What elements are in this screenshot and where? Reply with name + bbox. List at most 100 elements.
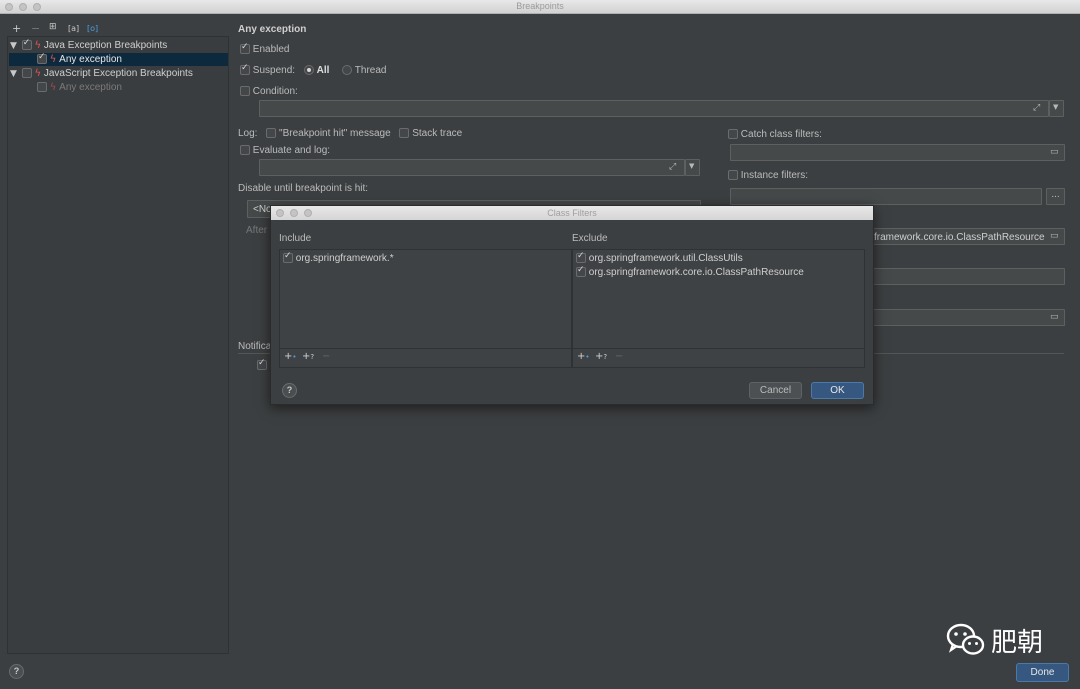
evaluate-row[interactable]: Evaluate and log: [240,145,330,156]
remove-breakpoint-button[interactable]: − [31,22,40,35]
evaluate-dropdown-button[interactable]: ▼ [685,159,700,176]
suspend-all-radio[interactable] [303,65,314,76]
ok-button[interactable]: OK [811,382,864,399]
add-class-icon[interactable]: +? [595,351,607,362]
exception-breakpoint-icon: ϟ [34,68,42,79]
tree-group-java[interactable]: ▼ ϟ Java Exception Breakpoints [10,38,168,51]
include-item-label: org.springframework.* [295,253,394,264]
exclude-item-label: org.springframework.util.ClassUtils [588,253,743,264]
list-item[interactable]: org.springframework.* [283,251,394,264]
java-any-exception-checkbox[interactable] [37,52,47,65]
notification-checkbox-1[interactable] [257,358,267,371]
condition-row[interactable]: Condition: [240,86,298,97]
stack-trace-checkbox[interactable] [399,128,410,139]
list-toolbar-divider [280,348,571,349]
remove-icon[interactable]: − [615,351,623,362]
expand-editor-icon[interactable]: ⤢ [1033,103,1040,113]
tree-group-label: JavaScript Exception Breakpoints [43,68,193,79]
tree-group-label: Java Exception Breakpoints [43,40,168,51]
instance-filters-row[interactable]: Instance filters: [728,170,808,181]
exclude-item-checkbox[interactable] [576,251,586,264]
javascript-group-checkbox[interactable] [21,68,32,79]
log-message-label: "Breakpoint hit" message [279,128,391,139]
tree-group-javascript[interactable]: ▼ ϟ JavaScript Exception Breakpoints [10,68,193,79]
instance-filters-input[interactable] [730,188,1042,205]
add-pattern-icon[interactable]: +• [284,351,297,362]
remove-icon[interactable]: − [322,351,330,362]
tree-item-label: Any exception [59,54,122,65]
suspend-thread-radio[interactable] [342,65,353,76]
list-toolbar-divider [573,348,864,349]
enabled-row[interactable]: Enabled [240,42,289,55]
include-item-checkbox[interactable] [283,251,293,264]
class-filters-input[interactable]: framework.core.io.ClassPathResource ▭ [873,228,1065,245]
expand-editor-icon[interactable]: ⤢ [669,162,676,172]
condition-dropdown-button[interactable]: ▼ [1049,100,1064,117]
exclude-item-checkbox[interactable] [576,265,586,278]
folder-icon[interactable]: ▭ [1050,147,1059,157]
stack-trace-label: Stack trace [412,128,463,139]
js-any-exception-checkbox[interactable] [37,82,47,93]
exception-breakpoint-icon: ϟ [34,40,42,51]
instance-filters-browse-button[interactable]: ... [1046,188,1065,205]
dialog-title: Class Filters [547,208,597,218]
suspend-all-label: All [316,65,330,76]
breakpoints-tree[interactable] [7,36,229,654]
evaluate-label: Evaluate and log: [252,145,331,156]
condition-label: Condition: [252,86,298,97]
window-titlebar: Breakpoints [0,0,1080,14]
add-pattern-icon[interactable]: +• [577,351,590,362]
done-button[interactable]: Done [1016,663,1069,682]
filter-input-2[interactable] [873,268,1065,285]
exclude-header: Exclude [572,233,608,244]
disable-until-label: Disable until breakpoint is hit: [238,183,369,194]
class-filters-dialog: Class Filters Include Exclude org.spring… [270,205,874,405]
folder-icon[interactable]: ▭ [1050,312,1059,322]
group-by-file-icon[interactable]: ⊞ [49,22,57,32]
expand-arrow-icon[interactable]: ▼ [10,69,17,79]
include-header: Include [279,233,312,244]
add-class-icon[interactable]: +? [302,351,314,362]
wechat-logo-icon [946,622,986,658]
suspend-checkbox[interactable] [240,63,250,76]
log-label: Log: [238,128,258,139]
java-group-checkbox[interactable] [21,38,32,51]
help-button[interactable]: ? [9,664,24,679]
group-by-class-icon[interactable]: [o] [87,24,98,33]
dialog-titlebar: Class Filters [271,206,873,220]
catch-filters-label: Catch class filters: [740,129,822,140]
list-item[interactable]: org.springframework.core.io.ClassPathRes… [576,265,804,278]
list-item[interactable]: org.springframework.util.ClassUtils [576,251,743,264]
condition-input[interactable] [259,100,1049,117]
disable-until-value: <No [253,204,272,215]
include-list[interactable]: org.springframework.* +• +? − [279,249,572,368]
catch-filters-row[interactable]: Catch class filters: [728,129,822,140]
evaluate-input[interactable] [259,159,685,176]
group-by-package-icon[interactable]: [a] [68,24,79,33]
enabled-checkbox[interactable] [240,42,250,55]
window-title: Breakpoints [516,1,564,11]
condition-checkbox[interactable] [240,86,250,97]
add-breakpoint-button[interactable]: + [12,22,21,35]
details-title: Any exception [238,24,307,35]
filter-input-3[interactable]: ▭ [873,309,1065,326]
tree-item-js-any-exception[interactable]: ϟ Any exception [37,82,122,93]
log-message-checkbox[interactable] [266,128,277,139]
exclude-list[interactable]: org.springframework.util.ClassUtils org.… [572,249,865,368]
chevron-down-icon: ▼ [1053,103,1059,111]
expand-arrow-icon[interactable]: ▼ [10,41,17,51]
catch-filters-input[interactable]: ▭ [730,144,1065,161]
tree-item-java-any-exception[interactable]: ϟ Any exception [37,52,122,65]
watermark-text: 肥朝 [991,628,1044,658]
catch-filters-checkbox[interactable] [728,129,738,140]
evaluate-checkbox[interactable] [240,145,250,156]
suspend-label: Suspend: [252,65,296,76]
chevron-down-icon: ▼ [689,162,695,170]
dialog-help-button[interactable]: ? [282,383,297,398]
exception-breakpoint-icon: ϟ [49,82,57,93]
instance-filters-checkbox[interactable] [728,170,738,181]
suspend-thread-label: Thread [354,65,387,76]
folder-icon[interactable]: ▭ [1050,231,1059,241]
cancel-button[interactable]: Cancel [749,382,802,399]
instance-filters-label: Instance filters: [740,170,809,181]
